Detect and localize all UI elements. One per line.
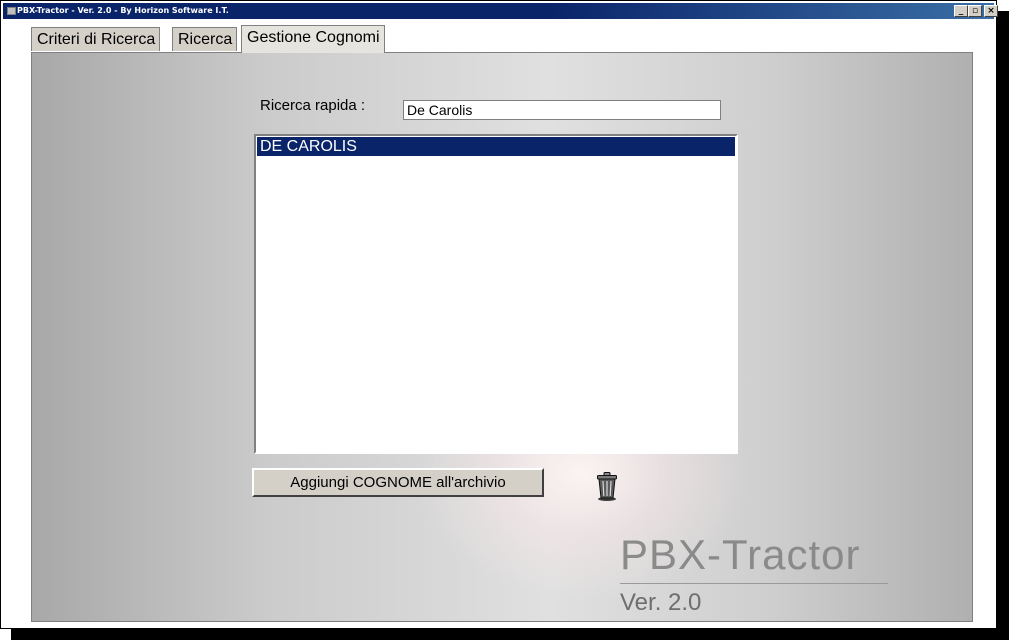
app-window: PBX-Tractor - Ver. 2.0 - By Horizon Soft… <box>0 0 998 629</box>
tab-gestione-cognomi[interactable]: Gestione Cognomi <box>241 25 385 53</box>
close-button[interactable]: × <box>984 5 998 17</box>
minimize-button[interactable]: _ <box>954 5 968 17</box>
brand-divider <box>620 583 888 584</box>
tab-criteri-di-ricerca[interactable]: Criteri di Ricerca <box>31 27 161 51</box>
add-surname-button[interactable]: Aggiungi COGNOME all'archivio <box>252 468 544 497</box>
search-label: Ricerca rapida : <box>260 97 366 114</box>
title-bar[interactable]: PBX-Tractor - Ver. 2.0 - By Horizon Soft… <box>3 3 998 19</box>
brand-version: Ver. 2.0 <box>620 589 702 616</box>
tab-panel-gestione-cognomi: Ricerca rapida : DE CAROLIS Aggiungi COG… <box>31 52 973 622</box>
brand-name: PBX-Tractor <box>620 531 861 578</box>
maximize-button[interactable]: ▫ <box>968 5 982 17</box>
search-input[interactable] <box>403 100 721 120</box>
trash-icon[interactable] <box>594 471 620 501</box>
tab-ricerca[interactable]: Ricerca <box>172 27 238 51</box>
app-icon[interactable] <box>7 7 16 15</box>
window-title: PBX-Tractor - Ver. 2.0 - By Horizon Soft… <box>17 6 229 15</box>
list-item[interactable]: DE CAROLIS <box>257 137 735 156</box>
surname-list[interactable]: DE CAROLIS <box>254 134 738 454</box>
